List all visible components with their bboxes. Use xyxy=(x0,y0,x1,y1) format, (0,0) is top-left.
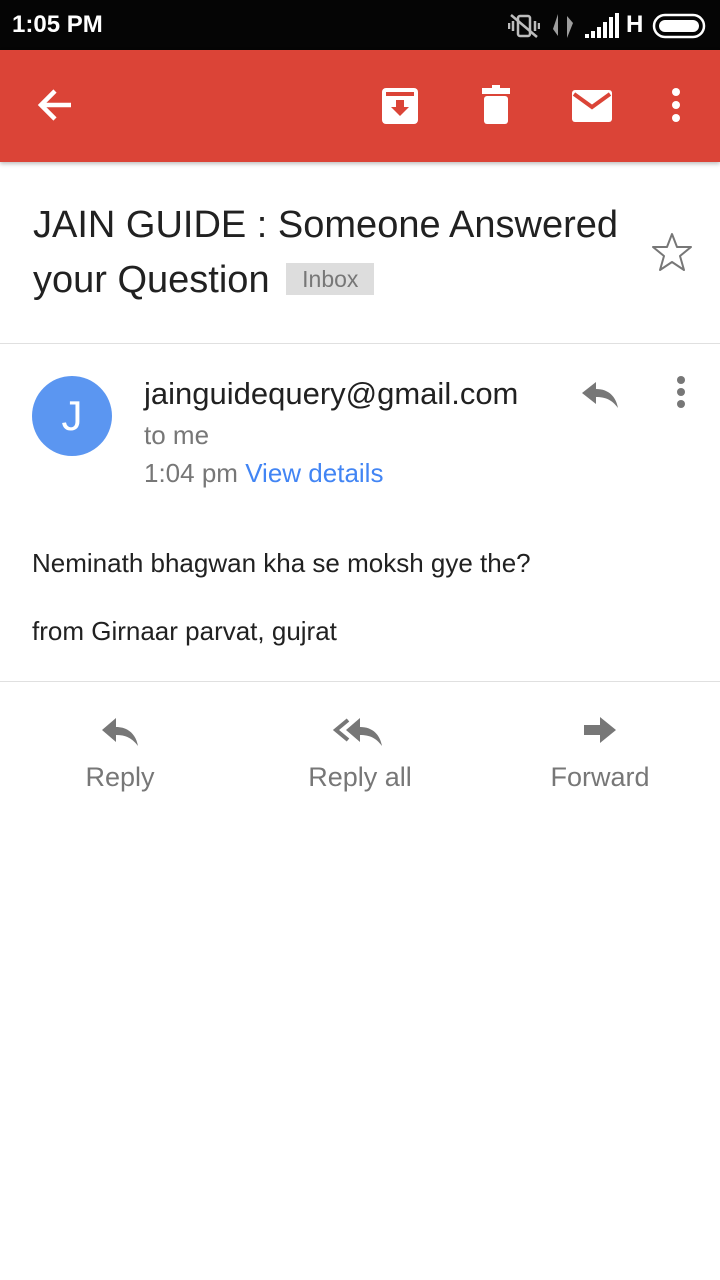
star-icon xyxy=(652,233,692,271)
body-divider xyxy=(0,681,720,682)
subject-divider xyxy=(0,343,720,344)
email-body-line: from Girnaar parvat, gujrat xyxy=(32,616,337,646)
delete-button[interactable] xyxy=(468,78,524,134)
vibrate-off-icon xyxy=(508,14,540,38)
message-more-button[interactable] xyxy=(664,372,700,416)
forward-arrow-icon xyxy=(584,717,616,743)
inbox-label-badge[interactable]: Inbox xyxy=(286,263,375,295)
header-reply-button[interactable] xyxy=(578,372,622,416)
more-vert-icon xyxy=(672,88,680,122)
message-time-line: 1:04 pm View details xyxy=(144,458,383,489)
data-transfer-icon xyxy=(553,14,573,38)
mark-unread-icon xyxy=(572,90,612,122)
recipient-line: to me xyxy=(144,420,210,450)
delete-icon xyxy=(482,85,510,124)
status-bar: 1:05 PM H xyxy=(0,0,720,50)
reply-icon xyxy=(102,718,138,746)
archive-icon xyxy=(382,88,418,124)
battery-icon xyxy=(652,13,706,39)
status-time: 1:05 PM xyxy=(12,11,103,38)
more-options-button[interactable] xyxy=(648,78,704,134)
reply-all-label: Reply all xyxy=(308,762,412,792)
archive-button[interactable] xyxy=(372,78,428,134)
more-vert-icon xyxy=(677,376,685,408)
sender-avatar[interactable]: J xyxy=(32,376,112,456)
star-button[interactable] xyxy=(650,230,694,274)
network-type: H xyxy=(626,11,644,38)
message-time: 1:04 pm xyxy=(144,458,238,488)
reply-action-button[interactable]: Reply xyxy=(0,706,240,806)
reply-all-icon xyxy=(332,718,382,746)
signal-icon xyxy=(585,13,619,38)
reply-icon xyxy=(582,382,618,408)
forward-label: Forward xyxy=(550,762,650,792)
email-subject: JAIN GUIDE : Someone Answered your Quest… xyxy=(33,198,623,308)
app-bar xyxy=(0,50,720,162)
reply-all-action-button[interactable]: Reply all xyxy=(240,706,480,806)
back-button[interactable] xyxy=(27,78,83,134)
email-body-line: Neminath bhagwan kha se moksh gye the? xyxy=(32,548,531,578)
forward-action-button[interactable]: Forward xyxy=(480,706,720,806)
mark-unread-button[interactable] xyxy=(564,78,620,134)
view-details-link[interactable]: View details xyxy=(245,458,383,488)
reply-label: Reply xyxy=(85,762,155,792)
back-arrow-icon xyxy=(37,89,71,121)
sender-address[interactable]: jainguidequery@gmail.com xyxy=(144,376,518,412)
